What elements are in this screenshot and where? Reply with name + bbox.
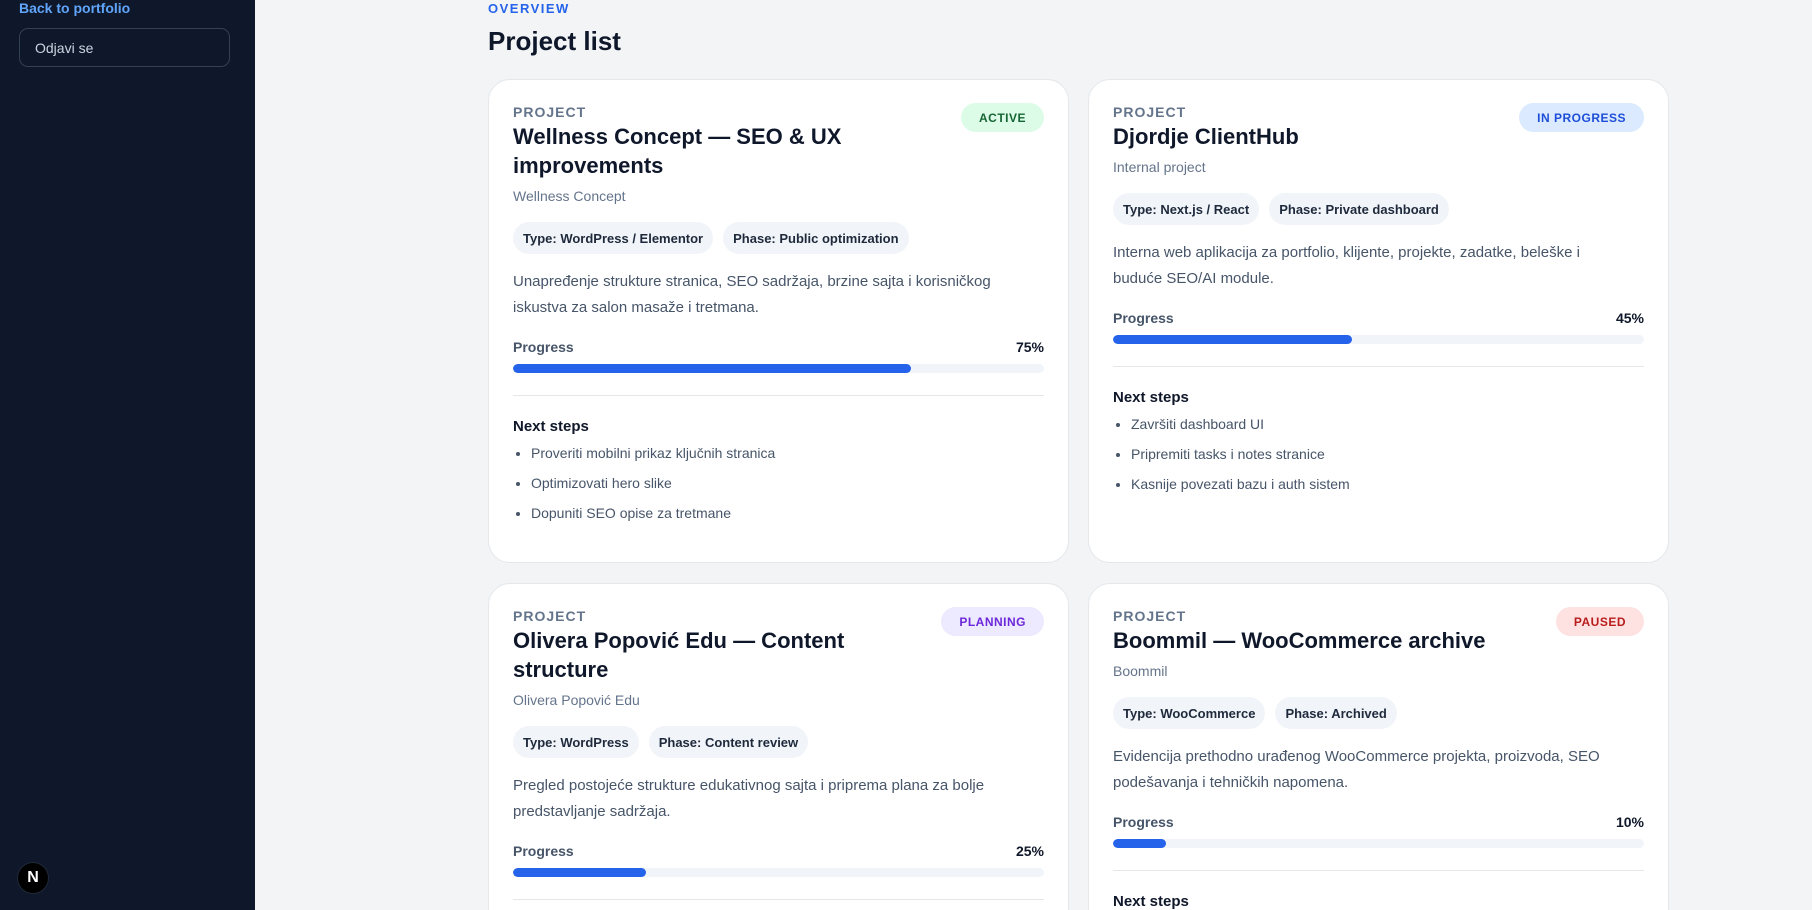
project-title: Olivera Popović Edu — Content structure [513,628,845,682]
type-tag: Type: WordPress / Elementor [513,222,714,254]
progress-label: Progress [513,339,574,355]
project-client: Boommil [1113,663,1168,679]
status-badge: PAUSED [1555,607,1644,636]
next-steps-heading: Next steps [513,418,589,435]
progress-label: Progress [1113,310,1174,326]
next-step-item: Kasnije povezati bazu i auth sistem [1131,475,1644,493]
main-content: OVERVIEW Project list PROJECT Wellness C… [255,0,1812,910]
page-title: Project list [488,26,621,56]
project-card: PROJECT Olivera Popović Edu — Content st… [488,583,1069,910]
divider [1113,366,1644,367]
next-step-item: Dopuniti SEO opise za tretmane [531,504,1044,522]
divider [1113,870,1644,871]
project-title: Boommil — WooCommerce archive [1113,628,1486,653]
status-badge: IN PROGRESS [1519,103,1644,132]
progress-value: 45% [1615,310,1644,326]
next-step-item: Proveriti mobilni prikaz ključnih strani… [531,444,1044,462]
phase-tag: Phase: Public optimization [723,222,909,254]
card-header: PROJECT Boommil — WooCommerce archive Bo… [1113,607,1644,680]
progress-bar [1113,839,1644,848]
next-step-item: Završiti dashboard UI [1131,415,1644,433]
phase-tag: Phase: Private dashboard [1269,193,1449,225]
card-header: PROJECT Olivera Popović Edu — Content st… [513,607,1044,709]
progress-row: Progress 10% [1113,814,1644,830]
project-card: PROJECT Wellness Concept — SEO & UX impr… [488,79,1069,563]
progress-fill [1113,839,1167,848]
project-description: Unapređenje strukture stranica, SEO sadr… [513,273,991,316]
progress-label: Progress [513,843,574,859]
next-steps-heading: Next steps [1113,893,1189,910]
progress-bar [513,364,1044,373]
progress-fill [513,364,912,373]
project-client: Wellness Concept [513,188,626,204]
progress-fill [513,868,646,877]
tag-list: Type: WordPress Phase: Content review [513,726,1044,758]
next-steps-list: Završiti dashboard UI Pripremiti tasks i… [1113,415,1644,493]
status-badge: ACTIVE [960,103,1044,132]
nextjs-badge-icon[interactable]: N [17,862,49,894]
next-steps-list: Proveriti mobilni prikaz ključnih strani… [513,444,1044,522]
phase-tag: Phase: Content review [648,726,809,758]
page-eyebrow: OVERVIEW [488,1,570,16]
divider [513,395,1044,396]
type-tag: Type: WooCommerce [1113,697,1266,729]
project-title: Djordje ClientHub [1113,124,1299,149]
progress-fill [1113,335,1352,344]
status-badge: PLANNING [941,607,1044,636]
type-tag: Type: Next.js / React [1113,193,1260,225]
progress-row: Progress 25% [513,843,1044,859]
card-header: PROJECT Wellness Concept — SEO & UX impr… [513,103,1044,205]
project-description: Pregled postojeće strukture edukativnog … [513,777,985,820]
next-step-item: Pripremiti tasks i notes stranice [1131,445,1644,463]
project-card: PROJECT Boommil — WooCommerce archive Bo… [1088,583,1669,910]
progress-value: 10% [1615,814,1644,830]
sidebar: Back to portfolio Odjavi se N [0,0,255,910]
card-header: PROJECT Djordje ClientHub Internal proje… [1113,103,1644,176]
progress-value: 25% [1015,843,1044,859]
project-description: Evidencija prethodno urađenog WooCommerc… [1113,748,1600,791]
project-client: Internal project [1113,159,1206,175]
logout-button[interactable]: Odjavi se [19,28,230,67]
tag-list: Type: WooCommerce Phase: Archived [1113,697,1644,729]
progress-row: Progress 45% [1113,310,1644,326]
tag-list: Type: WordPress / Elementor Phase: Publi… [513,222,1044,254]
project-client: Olivera Popović Edu [513,692,640,708]
next-steps-heading: Next steps [1113,389,1189,406]
phase-tag: Phase: Archived [1275,697,1397,729]
progress-bar [513,868,1044,877]
divider [513,899,1044,900]
type-tag: Type: WordPress [513,726,639,758]
next-step-item: Optimizovati hero slike [531,474,1044,492]
progress-row: Progress 75% [513,339,1044,355]
progress-label: Progress [1113,814,1174,830]
tag-list: Type: Next.js / React Phase: Private das… [1113,193,1644,225]
project-card: PROJECT Djordje ClientHub Internal proje… [1088,79,1669,563]
progress-value: 75% [1015,339,1044,355]
project-description: Interna web aplikacija za portfolio, kli… [1113,244,1580,287]
back-to-portfolio-link[interactable]: Back to portfolio [19,0,130,16]
project-title: Wellness Concept — SEO & UX improvements [513,124,842,178]
progress-bar [1113,335,1644,344]
